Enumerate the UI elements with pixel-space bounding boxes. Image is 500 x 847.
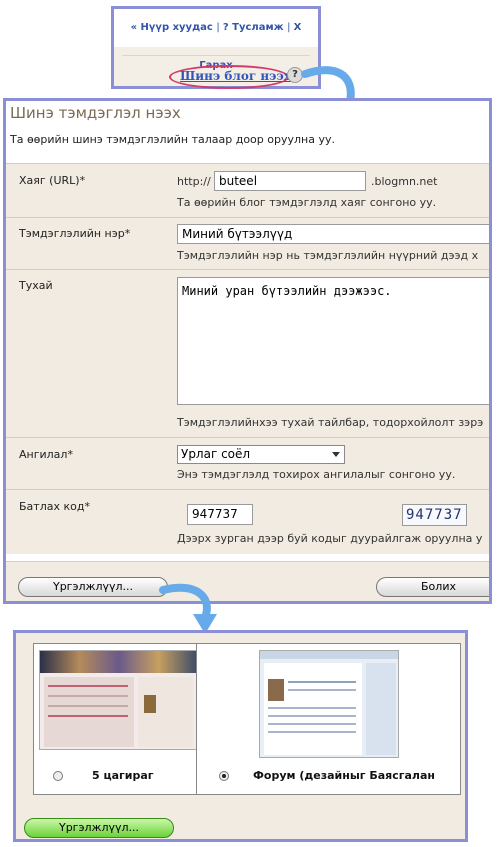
divider	[122, 55, 310, 56]
captcha-label: Батлах код*	[19, 500, 90, 513]
top-nav-panel: « Нүүр хуудас | ? Тусламж | X Гарах Шинэ…	[111, 6, 321, 89]
theme-thumbnail	[39, 650, 197, 750]
about-textarea[interactable]: Миний уран бүтээлийн дээжээс.	[177, 277, 489, 405]
top-links-bar: « Нүүр хуудас | ? Тусламж | X Гарах	[114, 9, 318, 71]
theme-radio[interactable]	[219, 771, 229, 781]
form-intro: Та өөрийн шинэ тэмдэглэлийн талаар доор …	[10, 133, 335, 146]
theme-thumbnail	[259, 650, 399, 758]
url-row: Хаяг (URL)* http:// buteel .blogmn.net Т…	[6, 163, 489, 218]
continue-button[interactable]: Үргэлжлүүл...	[18, 577, 168, 597]
captcha-image: 947737	[402, 504, 467, 526]
category-row: Ангилал* Урлаг соёл Энэ тэмдэглэлд тохир…	[6, 437, 489, 490]
url-input[interactable]: buteel	[214, 171, 366, 191]
theme-name: Форум (дезайныг Баясгалан	[253, 769, 435, 782]
category-value: Урлаг соёл	[181, 447, 251, 461]
url-suffix: .blogmn.net	[371, 175, 438, 188]
theme-card[interactable]: Форум (дезайныг Баясгалан	[196, 643, 461, 795]
captcha-image-text: 947737	[406, 507, 463, 523]
url-label: Хаяг (URL)*	[19, 174, 86, 187]
name-hint: Тэмдэглэлийн нэр нь тэмдэглэлийн нүүрний…	[177, 249, 479, 262]
category-hint: Энэ тэмдэглэлд тохирох ангилалыг сонгоно…	[177, 468, 456, 481]
cancel-button[interactable]: Болих	[376, 577, 489, 597]
name-input[interactable]: Миний бүтээлүүд	[177, 224, 489, 244]
category-label: Ангилал*	[19, 448, 73, 461]
theme-selector-panel: 5 цагираг Форум (дезайныг Баясгалан Үргэ…	[13, 630, 468, 842]
new-blog-form: Шинэ тэмдэглэл нээх Та өөрийн шинэ тэмдэ…	[3, 98, 492, 604]
new-blog-link[interactable]: Шинэ блог нээх	[180, 69, 291, 83]
name-label: Тэмдэглэлийн нэр*	[19, 227, 131, 240]
form-actions: Үргэлжлүүл... Болих	[6, 561, 489, 601]
category-select[interactable]: Урлаг соёл	[177, 445, 345, 464]
about-row: Тухай Миний уран бүтээлийн дээжээс. Тэмд…	[6, 269, 489, 438]
captcha-hint: Дээрх зурган дээр буй кодыг дуурайлгаж о…	[177, 532, 483, 545]
home-link[interactable]: « Нүүр хуудас	[131, 22, 213, 33]
theme-name: 5 цагираг	[92, 769, 154, 782]
about-label: Тухай	[19, 279, 53, 292]
theme-card[interactable]: 5 цагираг	[33, 643, 203, 795]
url-hint: Та өөрийн блог тэмдэглэлд хаяг сонгоно у…	[177, 196, 437, 209]
name-row: Тэмдэглэлийн нэр* Миний бүтээлүүд Тэмдэг…	[6, 217, 489, 270]
captcha-input[interactable]: 947737	[187, 504, 253, 525]
help-link[interactable]: ? Тусламж	[223, 22, 284, 33]
theme-radio[interactable]	[53, 771, 63, 781]
url-prefix: http://	[177, 175, 211, 188]
theme-continue-button[interactable]: Үргэлжлүүл...	[24, 818, 174, 838]
chevron-down-icon	[332, 452, 340, 457]
form-title: Шинэ тэмдэглэл нээх	[10, 104, 181, 122]
about-hint: Тэмдэглэлийнхээ тухай тайлбар, тодорхойл…	[177, 416, 484, 429]
captcha-row: Батлах код* 947737 947737 Дээрх зурган д…	[6, 489, 489, 554]
